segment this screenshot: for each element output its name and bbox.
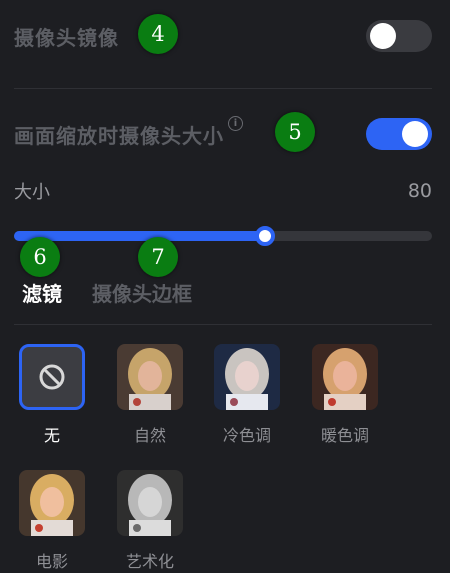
zoom-camera-size-label: 画面缩放时摄像头大小 xyxy=(14,123,224,148)
portrait-thumbnail xyxy=(19,470,85,536)
marker-badge: 6 xyxy=(20,237,60,277)
filter-label: 暖色调 xyxy=(320,426,369,445)
ban-icon xyxy=(39,364,65,390)
filter-natural[interactable]: 自然 xyxy=(110,344,190,446)
tab-bar: 滤镜 摄像头边框 xyxy=(22,278,192,307)
marker-badge: 7 xyxy=(138,237,178,277)
filter-none[interactable]: 无 xyxy=(12,344,92,446)
filter-thumbnail[interactable] xyxy=(117,470,183,536)
filter-thumbnail[interactable] xyxy=(214,344,280,410)
filter-thumbnail[interactable] xyxy=(312,344,378,410)
zoom-camera-size-label-wrap: 画面缩放时摄像头大小i xyxy=(14,115,243,149)
camera-mirror-toggle[interactable] xyxy=(366,20,432,52)
filter-label: 艺术化 xyxy=(125,552,174,571)
zoom-camera-size-row: 画面缩放时摄像头大小i xyxy=(14,115,432,150)
portrait-thumbnail xyxy=(312,344,378,410)
portrait-thumbnail xyxy=(117,344,183,410)
portrait-thumbnail xyxy=(117,470,183,536)
camera-mirror-label: 摄像头镜像 xyxy=(14,25,119,50)
size-row: 大小 80 xyxy=(14,178,432,204)
filter-thumbnail[interactable] xyxy=(19,470,85,536)
filter-cool[interactable]: 冷色调 xyxy=(207,344,287,446)
info-icon[interactable]: i xyxy=(228,115,243,131)
slider-fill xyxy=(14,231,265,241)
camera-mirror-row: 摄像头镜像 xyxy=(14,20,432,52)
marker-badge: 5 xyxy=(275,112,315,152)
filter-label: 无 xyxy=(43,426,60,445)
divider xyxy=(14,88,432,89)
portrait-thumbnail xyxy=(214,344,280,410)
filter-thumbnail[interactable] xyxy=(117,344,183,410)
filter-warm[interactable]: 暖色调 xyxy=(305,344,385,446)
size-value: 80 xyxy=(407,180,432,202)
zoom-camera-size-toggle[interactable] xyxy=(366,118,432,150)
filter-thumbnail[interactable] xyxy=(19,344,85,410)
divider xyxy=(14,324,432,325)
toggle-knob xyxy=(402,121,428,147)
tab-camera-border[interactable]: 摄像头边框 xyxy=(92,278,192,307)
filter-label: 冷色调 xyxy=(222,426,271,445)
toggle-knob xyxy=(370,23,396,49)
slider-thumb[interactable] xyxy=(254,226,275,246)
filter-film[interactable]: 电影 xyxy=(12,470,92,572)
size-label: 大小 xyxy=(14,182,50,203)
marker-badge: 4 xyxy=(138,14,178,54)
filter-label: 电影 xyxy=(35,552,68,571)
filter-label: 自然 xyxy=(133,426,166,445)
filter-art[interactable]: 艺术化 xyxy=(110,470,190,572)
tab-filter[interactable]: 滤镜 xyxy=(22,278,62,307)
size-slider[interactable] xyxy=(14,226,432,246)
